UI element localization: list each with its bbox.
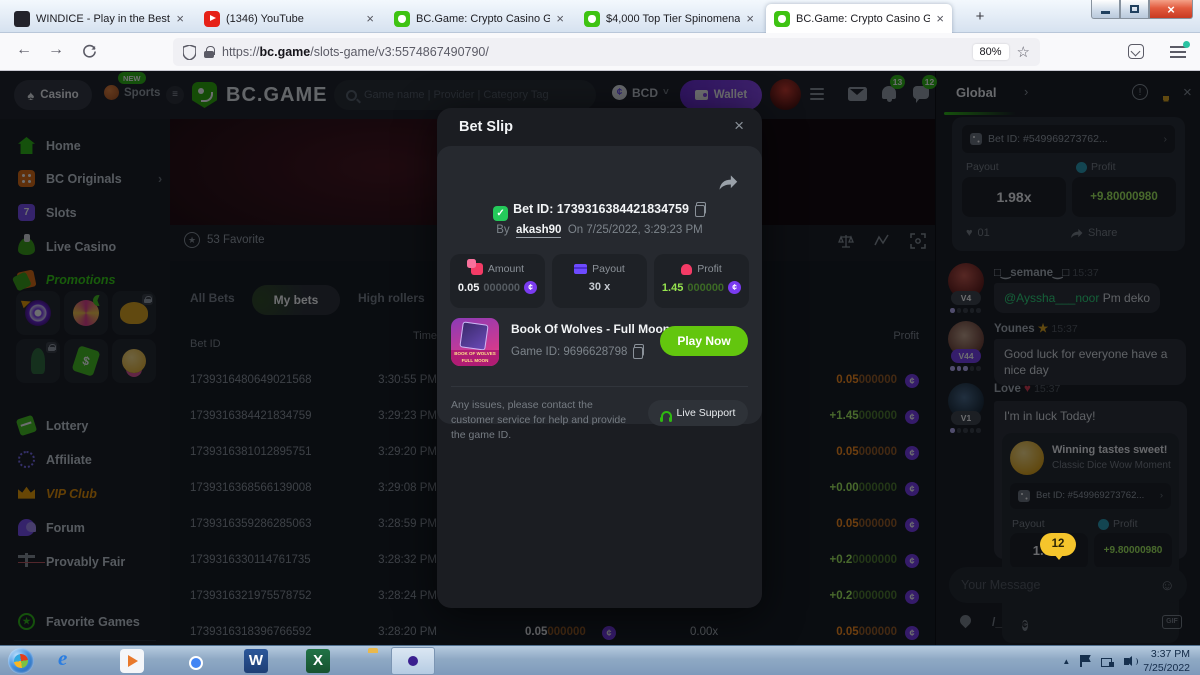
bet-stats-row: Amount 0.05000000¢ Payout 30 x Profit 1.… [450,254,749,308]
verified-shield-icon: ✓ [493,206,508,221]
back-icon[interactable]: ← [16,41,32,59]
zoom-level-badge[interactable]: 80% [973,44,1009,60]
username-link[interactable]: akash90 [516,224,561,238]
headset-icon [661,411,672,419]
tab-title: BC.Game: Crypto Casino Games [796,13,930,25]
windows-taskbar: e W X ▲ 3:37 PM 7/25/2022 [0,645,1200,675]
profit-icon [681,264,692,275]
amount-stat: Amount 0.05000000¢ [450,254,545,308]
browser-tab-bcgame-active[interactable]: BC.Game: Crypto Casino Games × [766,4,952,33]
shield-permissions-icon[interactable] [183,45,196,60]
window-minimize-button[interactable] [1091,0,1120,19]
tab-close-icon[interactable]: × [746,12,754,25]
youtube-favicon [204,11,220,27]
volume-icon[interactable] [1124,658,1129,665]
game-thumbnail[interactable]: BOOK OF WOLVESFULL MOON [451,318,499,366]
tab-title: $4,000 Top Tier Spinomenal Mul [606,13,740,25]
game-title: Book Of Wolves - Full Moon [511,322,670,336]
game-art [459,321,488,350]
taskbar-clock[interactable]: 3:37 PM 7/25/2022 [1143,647,1190,675]
tray-expand-icon[interactable]: ▲ [1062,657,1070,666]
bet-slip-modal: Bet Slip × ✓Bet ID: 1739316384421834759 … [437,108,762,608]
internet-explorer-icon[interactable]: e [58,646,82,670]
tab-title: WINDICE - Play in the Best Bitco [36,13,170,25]
url-bar[interactable]: https://bc.game/slots-game/v3:5574867490… [173,38,1040,66]
bcgame-favicon [774,11,790,27]
profit-stat: Profit 1.45000000¢ [654,254,749,308]
desktop-screen: WINDICE - Play in the Best Bitco × (1346… [0,0,1200,675]
windice-favicon [14,11,30,27]
start-button[interactable] [8,648,34,674]
divider [451,386,748,387]
tab-title: BC.Game: Crypto Casino Games [416,13,550,25]
menu-notification-dot [1183,41,1190,48]
tab-close-icon[interactable]: × [176,12,184,25]
browser-tab-spinomenal[interactable]: $4,000 Top Tier Spinomenal Mul × [576,4,762,33]
payout-stat: Payout 30 x [552,254,647,308]
live-support-button[interactable]: Live Support [648,400,748,426]
new-tab-button[interactable]: + [968,8,992,30]
unread-messages-badge[interactable]: 12 [1040,533,1076,556]
tab-close-icon[interactable]: × [556,12,564,25]
bcgame-favicon [584,11,600,27]
support-note: Any issues, please contact the customer … [451,398,631,444]
window-controls: × [1091,0,1193,19]
browser-navbar: ← → https://bc.game/slots-game/v3:557486… [0,33,1200,71]
excel-icon[interactable]: X [306,649,330,673]
modal-close-icon[interactable]: × [734,116,744,136]
system-tray: ▲ 3:37 PM 7/25/2022 [1062,646,1200,675]
pocket-icon[interactable] [1128,44,1144,59]
bookmark-star-icon[interactable]: ☆ [1017,43,1030,61]
clock-date: 7/25/2022 [1143,661,1190,675]
browser-tab-strip: WINDICE - Play in the Best Bitco × (1346… [0,0,1200,33]
play-now-button[interactable]: Play Now [660,326,748,356]
browser-tab-youtube[interactable]: (1346) YouTube × [196,4,382,33]
browser-tab-windice[interactable]: WINDICE - Play in the Best Bitco × [6,4,192,33]
window-close-button[interactable]: × [1149,0,1193,19]
clock-time: 3:37 PM [1143,647,1190,661]
tab-close-icon[interactable]: × [366,12,374,25]
forward-icon[interactable]: → [48,41,64,59]
modal-title: Bet Slip [459,119,513,135]
window-restore-button[interactable] [1120,0,1149,19]
copy-icon[interactable] [695,202,706,215]
share-arrow-icon[interactable] [718,174,738,191]
payout-card-icon [574,264,587,274]
word-icon[interactable]: W [244,649,268,673]
game-id: Game ID: 9696628798 [511,344,644,358]
bet-byline: By akash90 On 7/25/2022, 3:29:23 PM [437,224,762,236]
tab-title: (1346) YouTube [226,13,360,25]
tab-close-icon[interactable]: × [936,12,944,25]
bcgame-page: ♠ Casino Sports NEW ≡ BC.GAME ¢ BCD ˅ [0,71,1200,645]
coin-icon: ¢ [728,281,741,294]
url-text[interactable]: https://bc.game/slots-game/v3:5574867490… [222,45,489,59]
coin-icon: ¢ [524,281,537,294]
lock-icon[interactable] [204,46,214,58]
browser-tab-bcgame-1[interactable]: BC.Game: Crypto Casino Games × [386,4,572,33]
action-center-flag-icon[interactable] [1080,655,1091,667]
network-icon[interactable] [1101,656,1114,667]
amount-dice-icon [471,263,483,275]
bcgame-favicon [394,11,410,27]
reload-icon[interactable] [82,44,97,59]
copy-icon[interactable] [633,344,644,357]
bet-details-card: ✓Bet ID: 1739316384421834759 By akash90 … [437,146,762,424]
menu-hamburger-icon[interactable] [1170,46,1186,58]
media-player-icon[interactable] [120,649,144,673]
bet-id-line: ✓Bet ID: 1739316384421834759 [437,202,762,221]
